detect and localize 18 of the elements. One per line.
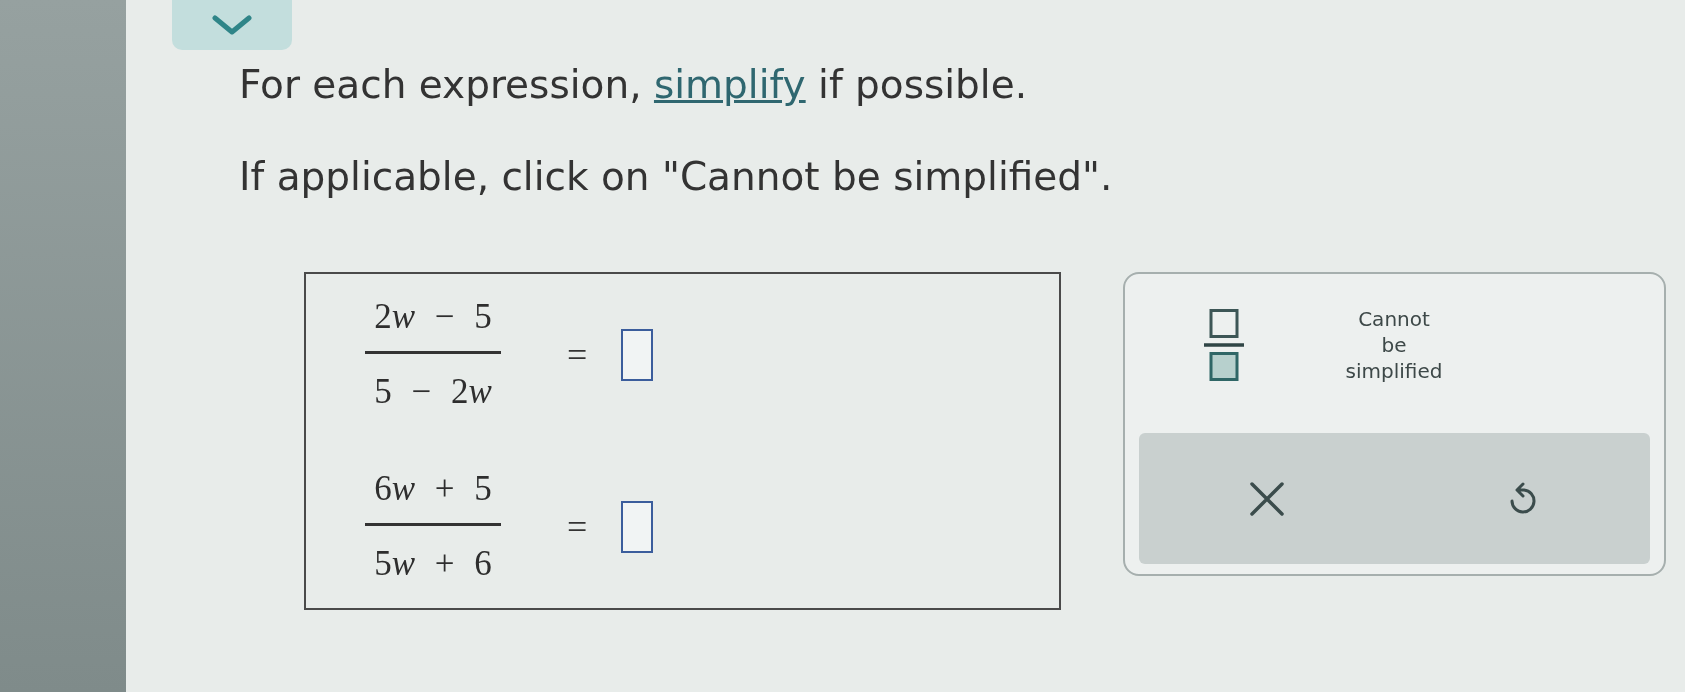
- answer-box[interactable]: [621, 328, 654, 381]
- instruction-text: If applicable, click on "Cannot be simplified".: [239, 153, 1113, 201]
- numerator: 6w + 5: [374, 468, 492, 510]
- answer-box[interactable]: [621, 500, 654, 553]
- collapse-button[interactable]: [172, 0, 292, 50]
- equals-sign: =: [567, 505, 588, 549]
- clear-button[interactable]: [1249, 481, 1284, 516]
- fraction-button[interactable]: [1204, 309, 1244, 381]
- cannot-simplify-button[interactable]: Cannot be simplified: [1345, 306, 1443, 384]
- x-icon: [1249, 481, 1284, 516]
- equals-sign: =: [567, 333, 588, 377]
- simplify-link[interactable]: simplify: [653, 62, 806, 107]
- denominator: 5 − 2w: [374, 371, 492, 413]
- denominator: 5w + 6: [374, 543, 492, 585]
- instruction-text: For each expression, simplify if possible.: [239, 61, 1028, 109]
- numerator: 2w − 5: [374, 296, 492, 338]
- fraction-icon: [1204, 309, 1244, 381]
- chevron-down-icon: [212, 15, 252, 35]
